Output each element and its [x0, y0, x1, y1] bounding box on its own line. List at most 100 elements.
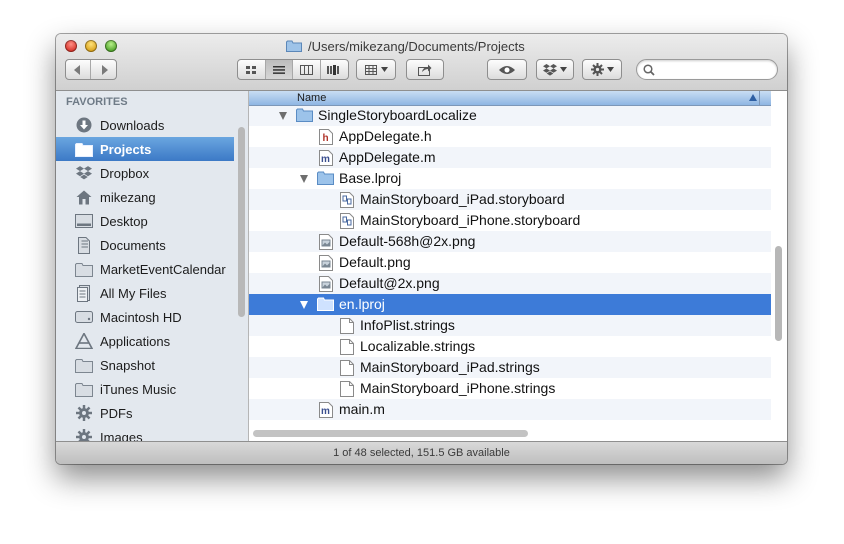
file-row[interactable]: MainStoryboard_iPad.storyboard — [249, 189, 771, 210]
folder-icon — [75, 380, 93, 398]
file-name: Default@2x.png — [339, 275, 440, 291]
documents-icon — [75, 236, 93, 254]
desktop-icon — [75, 212, 93, 230]
sidebar-item-label: Macintosh HD — [100, 309, 182, 325]
sidebar-item-documents[interactable]: Documents — [56, 233, 234, 257]
sidebar-item-label: PDFs — [100, 405, 133, 421]
vertical-scrollbar[interactable] — [775, 246, 782, 341]
file-row[interactable]: m main.m — [249, 399, 771, 420]
sidebar-item-downloads[interactable]: Downloads — [56, 113, 234, 137]
file-row[interactable]: MainStoryboard_iPhone.strings — [249, 378, 771, 399]
chevron-down-icon — [606, 67, 614, 72]
sidebar-item-label: Projects — [100, 141, 152, 157]
svg-text:m: m — [321, 154, 330, 165]
image-file-icon — [319, 255, 335, 271]
folder-row[interactable]: Base.lproj — [249, 168, 771, 189]
cover-flow-button[interactable] — [321, 60, 348, 79]
file-row[interactable]: Default@2x.png — [249, 273, 771, 294]
downloads-icon — [75, 116, 93, 134]
sidebar-item-label: Documents — [100, 237, 166, 253]
storyboard-file-icon — [340, 192, 356, 208]
sidebar-item-label: All My Files — [100, 285, 167, 301]
back-button[interactable] — [66, 60, 92, 79]
gear-folder-icon — [75, 428, 93, 441]
search-input[interactable] — [659, 62, 773, 78]
list-view-button[interactable] — [265, 60, 293, 79]
sidebar-item-projects[interactable]: Projects — [56, 137, 234, 161]
file-list: SingleStoryboardLocalize h AppDelegate.h m A… — [249, 91, 787, 441]
sidebar-item-applications[interactable]: Applications — [56, 329, 234, 353]
file-name: SingleStoryboardLocalize — [318, 107, 477, 123]
sidebar-item-label: Downloads — [100, 117, 165, 133]
sidebar-item-images[interactable]: Images — [56, 425, 234, 441]
text-file-icon — [340, 360, 356, 376]
file-name: Default.png — [339, 254, 411, 270]
sidebar-item-desktop[interactable]: Desktop — [56, 209, 234, 233]
folder-icon — [75, 260, 93, 278]
disclosure-triangle-icon[interactable] — [300, 175, 308, 183]
sidebar-item-all-my-files[interactable]: All My Files — [56, 281, 234, 305]
folder-icon — [75, 140, 93, 158]
file-row[interactable]: m AppDelegate.m — [249, 147, 771, 168]
window-title: /Users/mikezang/Documents/Projects — [286, 37, 525, 55]
disclosure-triangle-icon[interactable] — [300, 301, 308, 309]
sidebar-item-macintosh-hd[interactable]: Macintosh HD — [56, 305, 234, 329]
share-icon — [418, 64, 432, 76]
sidebar-item-label: iTunes Music — [100, 381, 177, 397]
folder-row[interactable]: SingleStoryboardLocalize — [249, 105, 771, 126]
file-name: main.m — [339, 401, 385, 417]
file-name: AppDelegate.h — [339, 128, 432, 144]
folder-icon — [296, 108, 313, 124]
text-file-icon — [340, 339, 356, 355]
sidebar-item-mikezang[interactable]: mikezang — [56, 185, 234, 209]
arrange-button[interactable] — [356, 59, 396, 80]
horizontal-scrollbar[interactable] — [253, 430, 528, 437]
folder-icon — [317, 171, 334, 187]
action-button[interactable] — [582, 59, 622, 80]
quick-look-button[interactable] — [487, 59, 527, 80]
dropbox-button[interactable] — [536, 59, 574, 80]
text-file-icon — [340, 381, 356, 397]
zoom-button[interactable] — [105, 40, 117, 52]
home-icon — [75, 188, 93, 206]
folder-row[interactable]: en.lproj — [249, 294, 771, 315]
forward-button[interactable] — [91, 60, 116, 79]
window-title-text: /Users/mikezang/Documents/Projects — [308, 38, 525, 54]
minimize-button[interactable] — [85, 40, 97, 52]
file-row[interactable]: Default-568h@2x.png — [249, 231, 771, 252]
folder-icon — [75, 356, 93, 374]
sidebar-item-pdfs[interactable]: PDFs — [56, 401, 234, 425]
icon-view-button[interactable] — [238, 60, 266, 79]
sidebar-item-snapshot[interactable]: Snapshot — [56, 353, 234, 377]
file-row[interactable]: InfoPlist.strings — [249, 315, 771, 336]
toolbar: /Users/mikezang/Documents/Projects — [56, 34, 787, 91]
sidebar-item-label: Applications — [100, 333, 171, 349]
sidebar-scrollbar[interactable] — [238, 127, 245, 317]
close-button[interactable] — [65, 40, 77, 52]
file-row[interactable]: MainStoryboard_iPhone.storyboard — [249, 210, 771, 231]
file-row[interactable]: MainStoryboard_iPad.strings — [249, 357, 771, 378]
cover-flow-icon — [327, 64, 340, 75]
chevron-down-icon — [380, 67, 388, 72]
column-view-button[interactable] — [293, 60, 321, 79]
file-name: AppDelegate.m — [339, 149, 436, 165]
search-field[interactable] — [636, 59, 778, 80]
back-forward-control — [65, 59, 117, 80]
share-button[interactable] — [406, 59, 444, 80]
file-name: Default-568h@2x.png — [339, 233, 476, 249]
file-row[interactable]: Localizable.strings — [249, 336, 771, 357]
file-row[interactable]: h AppDelegate.h — [249, 126, 771, 147]
file-name: en.lproj — [339, 296, 385, 312]
file-row[interactable]: Default.png — [249, 252, 771, 273]
chevron-down-icon — [560, 67, 567, 72]
image-file-icon — [319, 234, 335, 250]
quick-look-icon — [499, 65, 515, 74]
disclosure-triangle-icon[interactable] — [279, 112, 287, 120]
file-name: MainStoryboard_iPad.strings — [360, 359, 540, 375]
sidebar-item-itunes-music[interactable]: iTunes Music — [56, 377, 234, 401]
svg-text:m: m — [321, 406, 330, 417]
name-column-header[interactable]: Name — [249, 91, 771, 106]
sidebar-item-marketeventcalendar[interactable]: MarketEventCalendar — [56, 257, 234, 281]
name-column-label: Name — [297, 92, 327, 104]
sidebar-item-dropbox[interactable]: Dropbox — [56, 161, 234, 185]
